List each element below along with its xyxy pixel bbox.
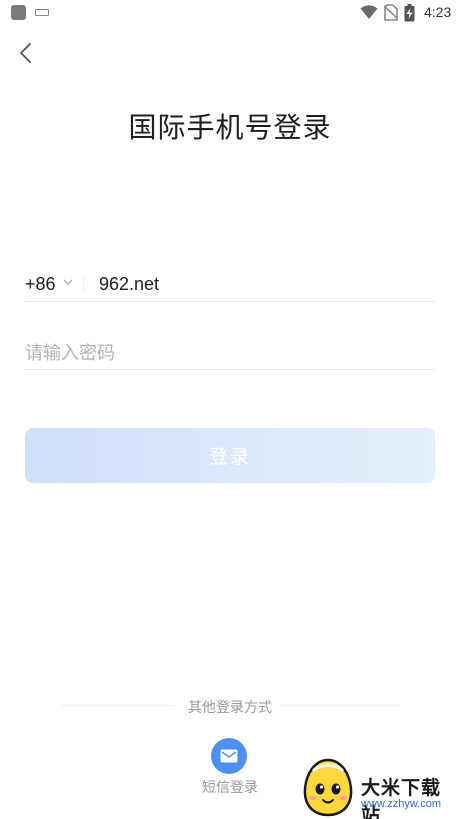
login-button[interactable]: 登录 [25, 428, 435, 483]
divider [83, 276, 84, 292]
back-button[interactable] [12, 38, 42, 68]
page-title: 国际手机号登录 [128, 111, 332, 144]
sms-login-button[interactable] [211, 738, 247, 774]
app-square-icon [11, 5, 26, 20]
phone-row: +86 [25, 266, 435, 302]
battery-charging-icon [404, 4, 415, 22]
watermark-title: 大米下载站 [361, 777, 442, 819]
keyboard-icon [35, 9, 49, 16]
status-time: 4:23 [424, 4, 452, 20]
password-input[interactable] [25, 338, 435, 368]
chevron-left-icon [20, 43, 31, 63]
other-login-label: 其他登录方式 [188, 700, 272, 716]
mascot-logo-icon [303, 758, 353, 817]
country-code-selector[interactable]: +86 [25, 274, 56, 295]
no-sim-icon [384, 4, 398, 21]
chevron-down-icon[interactable] [63, 279, 73, 286]
password-row [25, 336, 435, 370]
wifi-icon [360, 5, 378, 19]
phone-input[interactable] [99, 270, 429, 298]
message-icon [220, 749, 238, 763]
watermark-url: www.zzhyw.com [361, 798, 442, 810]
status-bar: 4:23 [0, 0, 460, 26]
